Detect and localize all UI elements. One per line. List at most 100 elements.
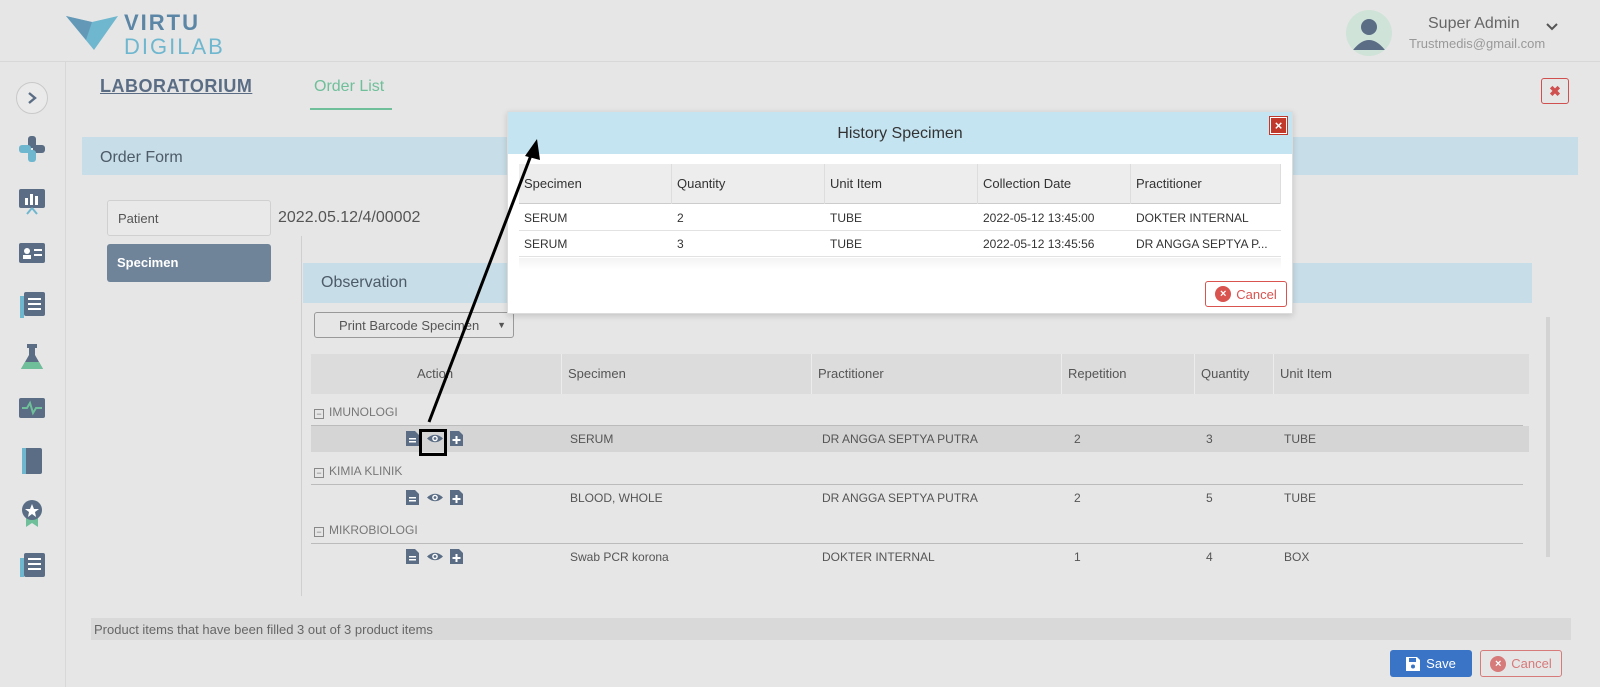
- col-quantity: Quantity: [677, 176, 726, 191]
- flask-icon[interactable]: [17, 342, 47, 372]
- observation-title: Observation: [321, 274, 408, 291]
- cell-unit: BOX: [1284, 550, 1310, 564]
- cell-repetition: 2: [1074, 491, 1081, 505]
- table-row[interactable]: BLOOD, WHOLE DR ANGGA SEPTYA PUTRA 2 5 T…: [311, 485, 1529, 511]
- top-bar: VIRTU DIGILAB Super Admin Trustmedis@gma…: [0, 0, 1600, 62]
- table-row[interactable]: SERUM 2 TUBE 2022-05-12 13:45:00 DOKTER …: [519, 205, 1281, 231]
- cell-quantity: 3: [1206, 432, 1213, 446]
- award-icon[interactable]: [17, 498, 47, 528]
- sidebar-toggle-button[interactable]: [16, 82, 48, 114]
- group-name: KIMIA KLINIK: [329, 464, 403, 478]
- document-icon[interactable]: [406, 490, 419, 505]
- tab-laboratorium[interactable]: LABORATORIUM: [100, 76, 252, 97]
- eye-icon[interactable]: [426, 490, 443, 505]
- col-repetition: Repetition: [1068, 366, 1127, 381]
- cell-collection-date: 2022-05-12 13:45:00: [983, 211, 1095, 225]
- user-silhouette-icon: [1353, 19, 1385, 50]
- group-name: IMUNOLOGI: [329, 405, 398, 419]
- newspaper-icon[interactable]: [17, 550, 47, 580]
- col-unit-item: Unit Item: [830, 176, 883, 191]
- cell-practitioner: DR ANGGA SEPTYA PUTRA: [822, 432, 978, 446]
- cell-unit: TUBE: [1284, 432, 1317, 446]
- sidebar: [0, 62, 66, 687]
- floppy-disk-icon: [1406, 656, 1421, 671]
- side-nav-patient[interactable]: Patient: [107, 200, 271, 236]
- close-icon: ×: [1274, 118, 1283, 133]
- cell-unit: TUBE: [830, 237, 863, 251]
- cancel-button[interactable]: × Cancel: [1480, 650, 1562, 677]
- group-imunologi[interactable]: − IMUNOLOGI: [314, 405, 398, 419]
- document-stack-icon[interactable]: [17, 290, 47, 320]
- add-document-icon[interactable]: [450, 549, 464, 564]
- cell-practitioner: DOKTER INTERNAL: [822, 550, 935, 564]
- cancel-label: Cancel: [1511, 656, 1552, 671]
- modal-cancel-button[interactable]: × Cancel: [1205, 281, 1287, 307]
- plus-cross-icon[interactable]: [17, 134, 47, 164]
- logo-mark-icon: [66, 16, 118, 50]
- active-tab-indicator: [310, 108, 392, 110]
- close-page-button[interactable]: ✖: [1541, 78, 1569, 104]
- user-menu[interactable]: Super Admin Trustmedis@gmail.com: [1346, 8, 1586, 56]
- cell-specimen: SERUM: [524, 211, 568, 225]
- cell-practitioner: DR ANGGA SEPTYA P...: [1136, 237, 1268, 251]
- eye-icon[interactable]: [426, 549, 443, 564]
- save-button[interactable]: Save: [1390, 650, 1472, 677]
- history-specimen-modal: History Specimen × Specimen Quantity Uni…: [507, 111, 1293, 314]
- cell-repetition: 1: [1074, 550, 1081, 564]
- book-icon[interactable]: [17, 446, 47, 476]
- logo-text-digilab: DIGILAB: [124, 34, 225, 59]
- avatar: [1346, 10, 1392, 56]
- cell-practitioner: DOKTER INTERNAL: [1136, 211, 1249, 225]
- col-collection-date: Collection Date: [983, 176, 1072, 191]
- close-circle-icon: ×: [1490, 655, 1507, 672]
- virtu-digilab-logo[interactable]: VIRTU DIGILAB: [66, 10, 236, 59]
- chevron-right-icon: [28, 92, 37, 104]
- close-icon: ✖: [1549, 82, 1561, 99]
- scrollbar[interactable]: [1546, 317, 1550, 557]
- table-row[interactable]: SERUM DR ANGGA SEPTYA PUTRA 2 3 TUBE: [311, 426, 1529, 452]
- logo-text-virtu: VIRTU: [124, 10, 200, 35]
- monitor-pulse-icon[interactable]: [17, 394, 47, 424]
- print-barcode-label: Print Barcode Specimen: [339, 318, 480, 333]
- modal-close-button[interactable]: ×: [1269, 116, 1288, 135]
- user-email: Trustmedis@gmail.com: [1409, 36, 1546, 51]
- cell-collection-date: 2022-05-12 13:45:56: [983, 237, 1095, 251]
- highlight-box: [419, 429, 447, 456]
- cell-quantity: 5: [1206, 491, 1213, 505]
- print-barcode-button[interactable]: Print Barcode Specimen ▼: [314, 312, 514, 338]
- col-unit-item: Unit Item: [1280, 366, 1333, 381]
- chevron-down-icon[interactable]: [1546, 18, 1558, 34]
- modal-table-header: Specimen Quantity Unit Item Collection D…: [519, 164, 1281, 204]
- tab-order-list[interactable]: Order List: [314, 78, 384, 96]
- col-specimen: Specimen: [524, 176, 582, 191]
- document-icon[interactable]: [406, 431, 419, 446]
- modal-header: History Specimen ×: [508, 112, 1292, 154]
- add-document-icon[interactable]: [450, 490, 464, 505]
- document-icon[interactable]: [406, 549, 419, 564]
- collapse-icon[interactable]: −: [314, 527, 324, 537]
- cell-quantity: 3: [677, 237, 684, 251]
- order-form-title: Order Form: [100, 149, 183, 166]
- add-document-icon[interactable]: [450, 431, 464, 446]
- group-name: MIKROBIOLOGI: [329, 523, 418, 537]
- collapse-icon[interactable]: −: [314, 468, 324, 478]
- group-mikrobiologi[interactable]: − MIKROBIOLOGI: [314, 523, 418, 537]
- save-label: Save: [1426, 656, 1456, 671]
- side-nav-specimen[interactable]: Specimen: [107, 244, 271, 282]
- group-kimia-klinik[interactable]: − KIMIA KLINIK: [314, 464, 402, 478]
- chart-board-icon[interactable]: [17, 186, 47, 216]
- modal-title: History Specimen: [837, 125, 963, 142]
- col-quantity: Quantity: [1201, 366, 1250, 381]
- cell-unit: TUBE: [1284, 491, 1317, 505]
- col-practitioner: Practitioner: [1136, 176, 1202, 191]
- progress-status-bar: Product items that have been filled 3 ou…: [91, 618, 1571, 640]
- collapse-icon[interactable]: −: [314, 409, 324, 419]
- patient-number: 2022.05.12/4/00002: [278, 209, 421, 226]
- table-scroll-shadow: [519, 258, 1281, 270]
- cell-quantity: 2: [677, 211, 684, 225]
- id-card-icon[interactable]: [17, 238, 47, 268]
- table-row[interactable]: Swab PCR korona DOKTER INTERNAL 1 4 BOX: [311, 544, 1529, 570]
- modal-cancel-label: Cancel: [1236, 286, 1277, 302]
- cell-specimen: Swab PCR korona: [570, 550, 669, 564]
- table-row[interactable]: SERUM 3 TUBE 2022-05-12 13:45:56 DR ANGG…: [519, 231, 1281, 257]
